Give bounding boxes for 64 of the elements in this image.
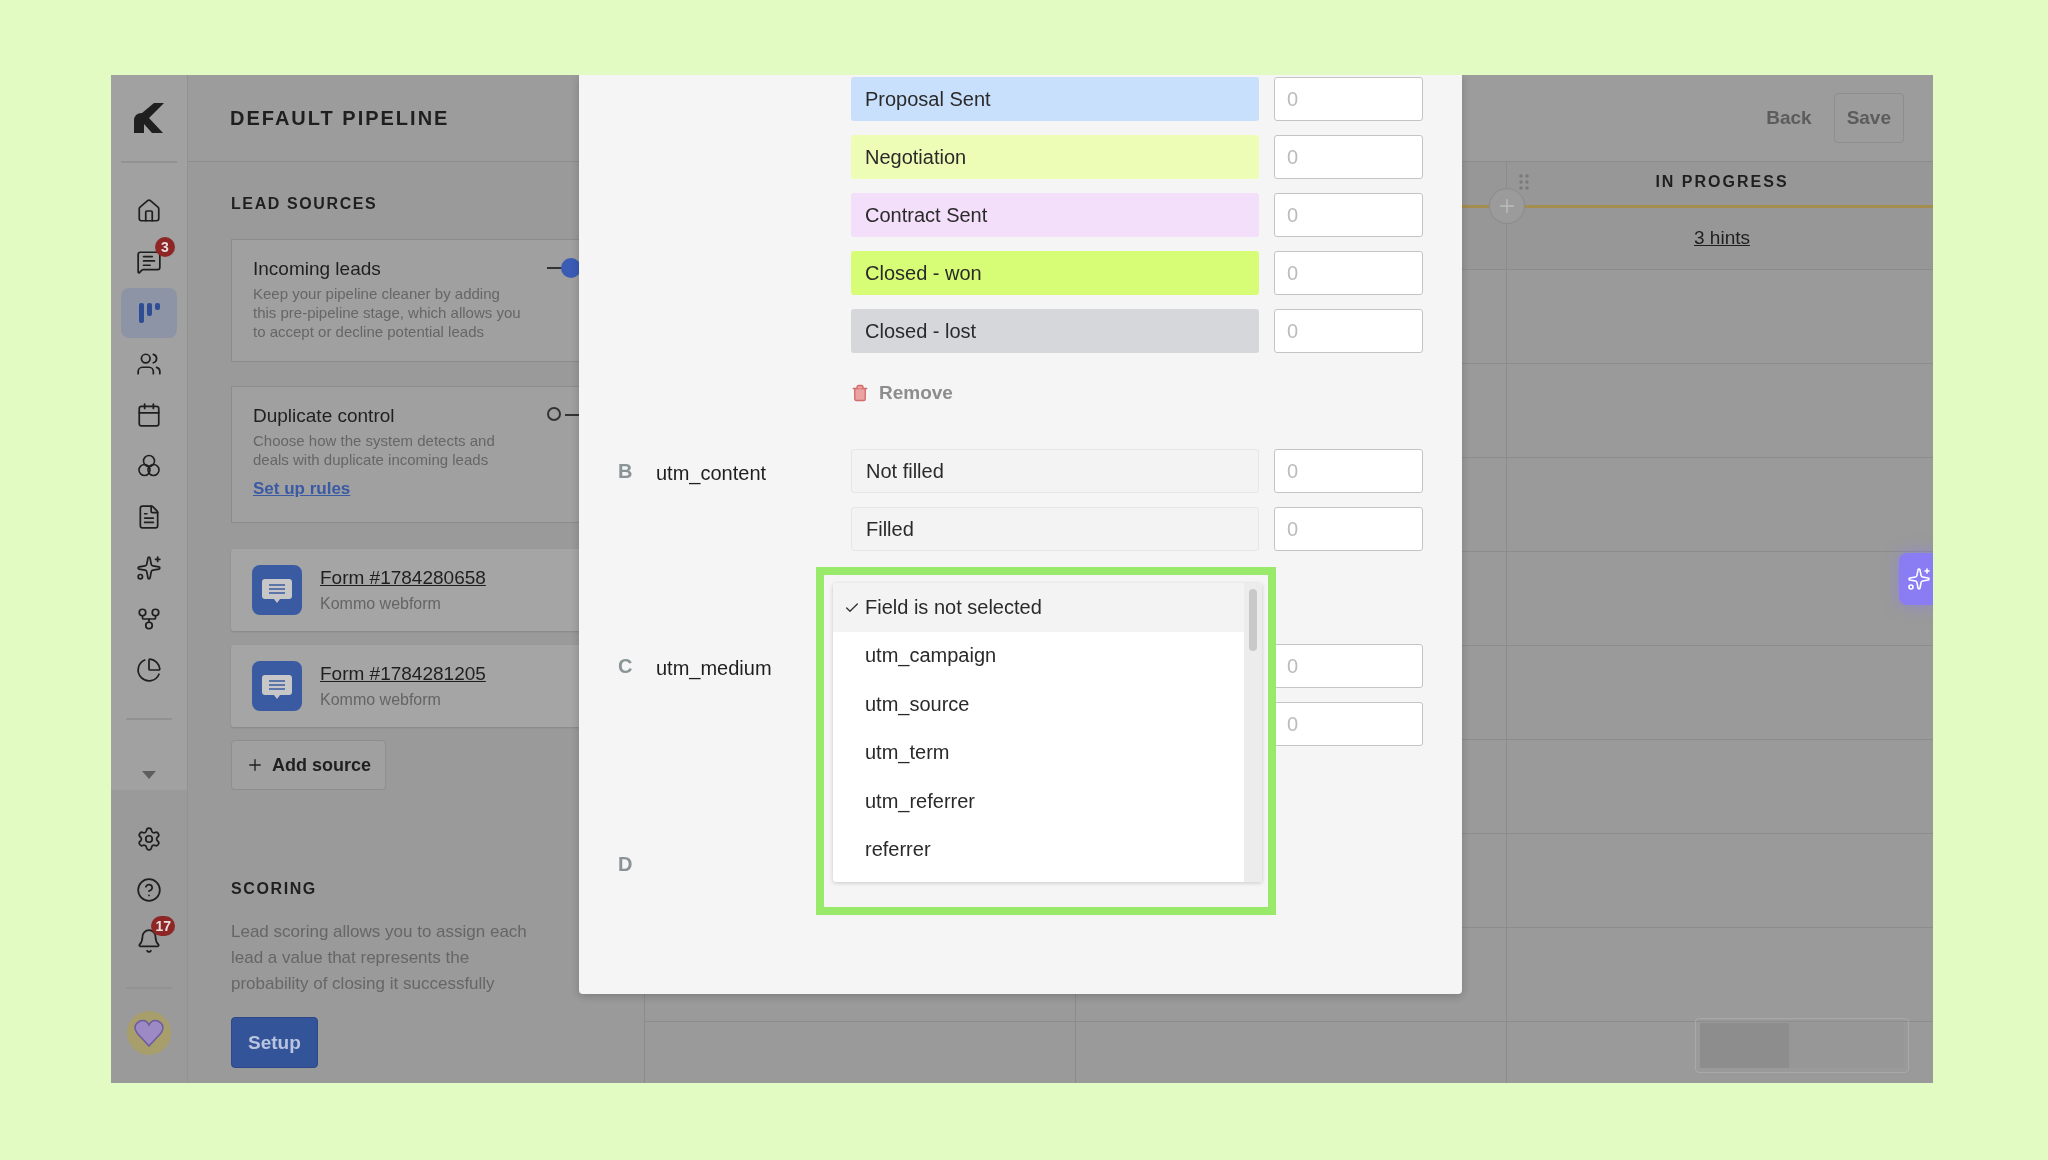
field-name: utm_medium: [656, 656, 773, 682]
form-type: Kommo webform: [320, 594, 442, 614]
add-source-button[interactable]: Add source: [231, 740, 387, 790]
branch-icon: [136, 606, 162, 632]
setting-description: Keep your pipeline cleaner by adding this pre-pipeline stage, which allows you to accept or decline potential leads: [253, 284, 522, 341]
setting-title: Duplicate control: [253, 404, 395, 428]
value-input[interactable]: 0: [1274, 193, 1423, 237]
option-label: Filled: [851, 507, 1259, 551]
trash-icon: [851, 384, 869, 402]
form-type: Kommo webform: [320, 690, 442, 710]
option-label: Negotiation: [851, 135, 1259, 179]
setting-description: Choose how the system detects and deals with duplicate incoming leads: [253, 431, 496, 469]
pie-chart-icon: [136, 657, 162, 683]
group-letter: C: [618, 654, 634, 679]
pipeline-icon: [136, 300, 162, 326]
notification-count: 17: [151, 916, 175, 936]
value-input[interactable]: 0: [1274, 251, 1423, 295]
plus-icon: [246, 756, 264, 774]
option-label: Proposal Sent: [851, 77, 1259, 121]
page-title: DEFAULT PIPELINE: [230, 106, 451, 130]
setup-button[interactable]: Setup: [231, 1017, 318, 1068]
chat-icon: [136, 249, 162, 275]
notification-count: 3: [155, 237, 175, 257]
section-heading: SCORING: [231, 879, 317, 899]
home-icon: [136, 198, 162, 224]
contacts-icon: [136, 351, 162, 377]
sparkles-icon: [1907, 567, 1931, 591]
hints-link[interactable]: 3 hints: [1694, 227, 1750, 249]
section-heading: LEAD SOURCES: [231, 194, 378, 214]
sparkles-icon: [136, 555, 162, 581]
option-label: Contract Sent: [851, 193, 1259, 237]
option-label: Closed - lost: [851, 309, 1259, 353]
value-input[interactable]: 0: [1274, 449, 1423, 493]
scrollbar[interactable]: [1244, 583, 1262, 882]
settings-icon: [136, 826, 162, 852]
stage-title: IN PROGRESS: [1655, 173, 1789, 191]
sidebar-item[interactable]: 17: [121, 916, 177, 966]
setting-title: Incoming leads: [253, 257, 381, 281]
value-input[interactable]: 0: [1274, 644, 1423, 688]
drag-handle-icon[interactable]: [1519, 174, 1529, 190]
circles-icon: [136, 453, 162, 479]
group-letter: D: [618, 852, 634, 877]
logo-icon[interactable]: [132, 101, 166, 135]
caret-icon[interactable]: [141, 770, 157, 780]
form-icon: [252, 661, 302, 711]
value-input[interactable]: 0: [1274, 702, 1423, 746]
group-letter: B: [618, 459, 634, 484]
form-icon: [252, 565, 302, 615]
value-input[interactable]: 0: [1274, 77, 1423, 121]
dropdown-option[interactable]: Field is not selected: [833, 583, 1244, 632]
ai-assistant-button[interactable]: [1899, 553, 1933, 605]
calendar-icon: [136, 402, 162, 428]
value-input[interactable]: 0: [1274, 309, 1423, 353]
value-input[interactable]: 0: [1274, 135, 1423, 179]
document-icon: [136, 504, 162, 530]
sidebar-item[interactable]: [121, 288, 177, 338]
field-name: utm_content: [656, 461, 768, 487]
sidebar-item[interactable]: 3: [121, 237, 177, 287]
option-label: Not filled: [851, 449, 1259, 493]
form-link[interactable]: Form #1784280658: [320, 565, 486, 591]
value-input[interactable]: 0: [1274, 507, 1423, 551]
form-link[interactable]: Form #1784281205: [320, 661, 486, 687]
help-icon: [136, 877, 162, 903]
option-label: Closed - won: [851, 251, 1259, 295]
